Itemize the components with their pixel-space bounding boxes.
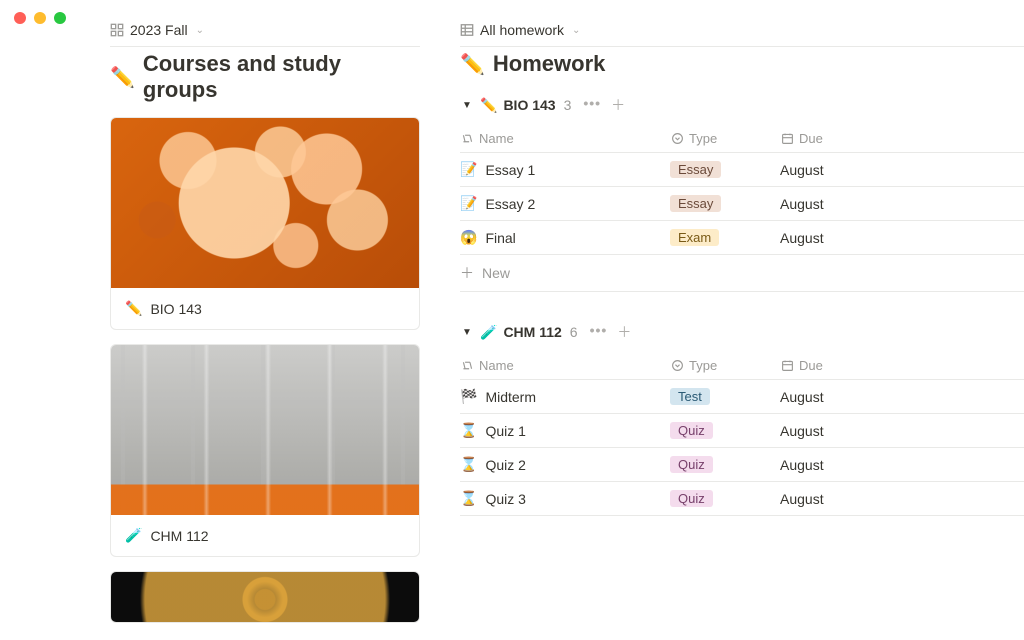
row-name: Quiz 1 xyxy=(485,423,525,439)
row-name: Essay 1 xyxy=(485,162,535,178)
type-tag: Quiz xyxy=(670,422,713,439)
column-header-due[interactable]: Due xyxy=(780,352,1024,380)
select-property-icon xyxy=(670,132,684,146)
row-emoji-icon: ⌛ xyxy=(460,456,477,473)
row-name: Quiz 3 xyxy=(485,491,525,507)
card-cover-image xyxy=(111,345,419,515)
chevron-down-icon: ⌄ xyxy=(196,25,204,36)
card-cover-image xyxy=(111,118,419,288)
column-header-name[interactable]: Name xyxy=(460,125,670,153)
type-tag: Quiz xyxy=(670,490,713,507)
add-row-icon[interactable]: ＋ xyxy=(611,95,625,115)
type-tag: Quiz xyxy=(670,456,713,473)
plus-icon: ＋ xyxy=(460,263,474,283)
group-emoji-icon: 🧪 xyxy=(480,324,497,341)
row-name: Midterm xyxy=(485,389,536,405)
zoom-window-button[interactable] xyxy=(54,12,66,24)
group-emoji-icon: ✏️ xyxy=(480,97,497,114)
column-header-due[interactable]: Due xyxy=(780,125,1024,153)
new-row-label: New xyxy=(482,265,510,281)
window-traffic-lights xyxy=(14,12,66,24)
right-section-heading: ✏️ Homework xyxy=(460,46,1024,91)
card-title-row: 🧪 CHM 112 xyxy=(111,515,419,556)
homework-group: ▼ 🧪 CHM 112 6 ••• ＋ NameTypeDue 🏁 Midterm Test Aug… xyxy=(460,318,1024,516)
minimize-window-button[interactable] xyxy=(34,12,46,24)
type-tag: Exam xyxy=(670,229,719,246)
card-title-row: ✏️ BIO 143 xyxy=(111,288,419,329)
card-title: CHM 112 xyxy=(150,528,208,544)
right-section-title: Homework xyxy=(493,51,605,77)
card-emoji-icon: ✏️ xyxy=(125,300,142,317)
disclosure-triangle-icon[interactable]: ▼ xyxy=(460,327,474,338)
type-tag: Test xyxy=(670,388,710,405)
row-due: August xyxy=(780,482,1024,516)
left-section-heading: ✏️ Courses and study groups xyxy=(110,46,420,117)
table-row[interactable]: ⌛ Quiz 2 Quiz August xyxy=(460,448,1024,482)
group-title: BIO 143 xyxy=(503,97,555,113)
select-property-icon xyxy=(670,359,684,373)
card-emoji-icon: 🧪 xyxy=(125,527,142,544)
course-card[interactable] xyxy=(110,571,420,623)
pencil-icon: ✏️ xyxy=(110,65,135,90)
row-due: August xyxy=(780,221,1024,255)
column-header-name[interactable]: Name xyxy=(460,352,670,380)
row-due: August xyxy=(780,187,1024,221)
more-actions-icon[interactable]: ••• xyxy=(590,322,608,342)
group-count: 3 xyxy=(564,97,572,113)
more-actions-icon[interactable]: ••• xyxy=(583,95,601,115)
table-view-icon xyxy=(460,23,474,37)
right-view-label: All homework xyxy=(480,22,564,38)
table-row[interactable]: 📝 Essay 2 Essay August xyxy=(460,187,1024,221)
row-name: Essay 2 xyxy=(485,196,535,212)
course-card[interactable]: 🧪 CHM 112 xyxy=(110,344,420,557)
left-section-title: Courses and study groups xyxy=(143,51,420,103)
table-row[interactable]: 📝 Essay 1 Essay August xyxy=(460,153,1024,187)
group-count: 6 xyxy=(570,324,578,340)
table-row[interactable]: ⌛ Quiz 3 Quiz August xyxy=(460,482,1024,516)
type-tag: Essay xyxy=(670,195,721,212)
text-property-icon xyxy=(460,359,474,373)
column-header-type[interactable]: Type xyxy=(670,125,780,153)
row-name: Quiz 2 xyxy=(485,457,525,473)
left-view-picker[interactable]: 2023 Fall ⌄ xyxy=(110,18,420,46)
close-window-button[interactable] xyxy=(14,12,26,24)
row-emoji-icon: ⌛ xyxy=(460,422,477,439)
row-due: August xyxy=(780,153,1024,187)
left-view-label: 2023 Fall xyxy=(130,22,188,38)
date-property-icon xyxy=(780,359,794,373)
new-row-button[interactable]: ＋ New xyxy=(460,255,1024,292)
pencil-icon: ✏️ xyxy=(460,52,485,77)
table-row[interactable]: 🏁 Midterm Test August xyxy=(460,380,1024,414)
row-emoji-icon: 📝 xyxy=(460,161,477,178)
group-header[interactable]: ▼ 🧪 CHM 112 6 ••• ＋ xyxy=(460,318,1024,352)
table-row[interactable]: 😱 Final Exam August xyxy=(460,221,1024,255)
add-row-icon[interactable]: ＋ xyxy=(617,322,631,342)
row-emoji-icon: 🏁 xyxy=(460,388,477,405)
row-due: August xyxy=(780,414,1024,448)
date-property-icon xyxy=(780,132,794,146)
column-header-type[interactable]: Type xyxy=(670,352,780,380)
table-row[interactable]: ⌛ Quiz 1 Quiz August xyxy=(460,414,1024,448)
row-emoji-icon: 😱 xyxy=(460,229,477,246)
group-title: CHM 112 xyxy=(503,324,561,340)
chevron-down-icon: ⌄ xyxy=(572,25,580,36)
right-view-picker[interactable]: All homework ⌄ xyxy=(460,18,1024,46)
group-header[interactable]: ▼ ✏️ BIO 143 3 ••• ＋ xyxy=(460,91,1024,125)
type-tag: Essay xyxy=(670,161,721,178)
homework-table: NameTypeDue 🏁 Midterm Test August ⌛ Quiz 1 Quiz… xyxy=(460,352,1024,516)
row-emoji-icon: 📝 xyxy=(460,195,477,212)
gallery-view-icon xyxy=(110,23,124,37)
text-property-icon xyxy=(460,132,474,146)
card-title: BIO 143 xyxy=(150,301,201,317)
row-name: Final xyxy=(485,230,515,246)
course-card[interactable]: ✏️ BIO 143 xyxy=(110,117,420,330)
card-cover-image xyxy=(111,572,419,622)
row-due: August xyxy=(780,380,1024,414)
row-emoji-icon: ⌛ xyxy=(460,490,477,507)
homework-group: ▼ ✏️ BIO 143 3 ••• ＋ NameTypeDue 📝 Essay 1 Essay A… xyxy=(460,91,1024,292)
row-due: August xyxy=(780,448,1024,482)
disclosure-triangle-icon[interactable]: ▼ xyxy=(460,100,474,111)
homework-table: NameTypeDue 📝 Essay 1 Essay August 📝 Essay 2 Es… xyxy=(460,125,1024,255)
